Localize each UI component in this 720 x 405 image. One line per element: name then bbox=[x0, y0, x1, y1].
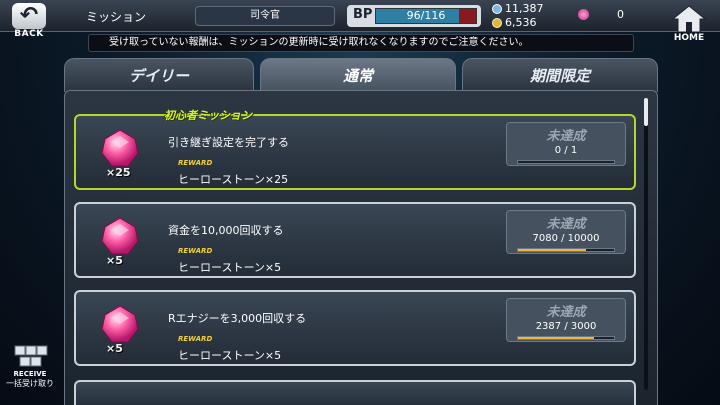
mission-name: Rエナジーを3,000回収する bbox=[168, 312, 307, 325]
back-arrow-icon: ↶ bbox=[12, 3, 46, 29]
reward-label: REWARD bbox=[178, 159, 213, 167]
rank-label: 司令官 bbox=[195, 6, 335, 26]
reward-quantity: ×5 bbox=[106, 342, 123, 355]
reward-text: ヒーローストーン×25 bbox=[178, 173, 289, 186]
back-label: BACK bbox=[14, 29, 44, 39]
home-label: HOME bbox=[673, 33, 705, 43]
hero-stone-icon bbox=[101, 129, 139, 167]
mission-status: 未達成 7080 / 10000 bbox=[506, 210, 626, 254]
scroll-thumb[interactable] bbox=[644, 98, 648, 126]
tab-daily[interactable]: デイリー bbox=[64, 58, 254, 92]
mission-card[interactable]: ×5 Rエナジーを3,000回収する REWARD ヒーローストーン×5 未達成… bbox=[74, 290, 636, 366]
hero-stone-icon bbox=[101, 305, 139, 343]
currency-display: 11,387 6,536 bbox=[492, 2, 544, 30]
receive-all-button[interactable]: RECEIVE 一括受け取り bbox=[2, 344, 58, 389]
mission-status: 未達成 0 / 1 bbox=[506, 122, 626, 166]
page-title: ミッション bbox=[86, 10, 147, 24]
gold-coin-icon bbox=[492, 18, 502, 28]
progress-text: 2387 / 3000 bbox=[535, 321, 597, 332]
status-label: 未達成 bbox=[546, 129, 586, 144]
status-label: 未達成 bbox=[546, 217, 586, 232]
progress-track bbox=[517, 160, 615, 164]
silver-coin-icon bbox=[492, 4, 502, 14]
bp-label: BP bbox=[353, 7, 373, 22]
mission-card[interactable]: 初心者ミッション ×25 引き継ぎ設定を完了する REWARD ヒーローストーン… bbox=[74, 109, 636, 190]
mission-status: 未達成 2387 / 3000 bbox=[506, 298, 626, 342]
gold-amount: 6,536 bbox=[505, 16, 537, 29]
mission-name: 引き継ぎ設定を完了する bbox=[168, 136, 289, 149]
scrollbar[interactable] bbox=[644, 98, 648, 390]
receive-label: RECEIVE bbox=[13, 370, 47, 378]
bp-value: 96/116 bbox=[406, 9, 446, 22]
reward-text: ヒーローストーン×5 bbox=[178, 349, 282, 362]
mission-card-partial[interactable] bbox=[74, 380, 636, 405]
progress-track bbox=[517, 248, 615, 252]
bp-track: 96/116 bbox=[375, 8, 477, 24]
tab-limited[interactable]: 期間限定 bbox=[462, 58, 658, 92]
tab-bar: デイリー 通常 期間限定 bbox=[64, 58, 658, 92]
progress-track bbox=[517, 336, 615, 340]
notice-banner: 受け取っていない報酬は、ミッションの更新時に受け取れなくなりますのでご注意くださ… bbox=[88, 34, 634, 52]
back-button[interactable]: ↶ BACK bbox=[4, 3, 54, 47]
reward-label: REWARD bbox=[178, 335, 213, 343]
reward-quantity: ×25 bbox=[106, 166, 131, 179]
progress-text: 7080 / 10000 bbox=[532, 233, 600, 244]
beginner-mission-badge: 初心者ミッション bbox=[164, 109, 252, 122]
receive-boxes-icon bbox=[14, 345, 48, 367]
reward-text: ヒーローストーン×5 bbox=[178, 261, 282, 274]
silver-amount: 11,387 bbox=[505, 2, 544, 15]
tab-normal[interactable]: 通常 bbox=[260, 58, 456, 92]
bp-meter: BP 96/116 bbox=[347, 5, 481, 27]
home-button[interactable]: HOME bbox=[666, 5, 712, 49]
reward-label: REWARD bbox=[178, 247, 213, 255]
mission-name: 資金を10,000回収する bbox=[168, 224, 284, 237]
gem-display[interactable]: 0 bbox=[578, 8, 624, 21]
mission-card[interactable]: ×5 資金を10,000回収する REWARD ヒーローストーン×5 未達成 7… bbox=[74, 202, 636, 278]
gem-amount: 0 bbox=[617, 8, 624, 21]
hero-stone-icon bbox=[101, 217, 139, 255]
home-icon bbox=[666, 5, 712, 33]
progress-fill bbox=[518, 337, 595, 339]
gem-icon bbox=[578, 9, 589, 20]
reward-quantity: ×5 bbox=[106, 254, 123, 267]
progress-fill bbox=[518, 249, 586, 251]
status-label: 未達成 bbox=[546, 305, 586, 320]
progress-text: 0 / 1 bbox=[554, 145, 578, 156]
receive-label-jp: 一括受け取り bbox=[6, 379, 54, 388]
